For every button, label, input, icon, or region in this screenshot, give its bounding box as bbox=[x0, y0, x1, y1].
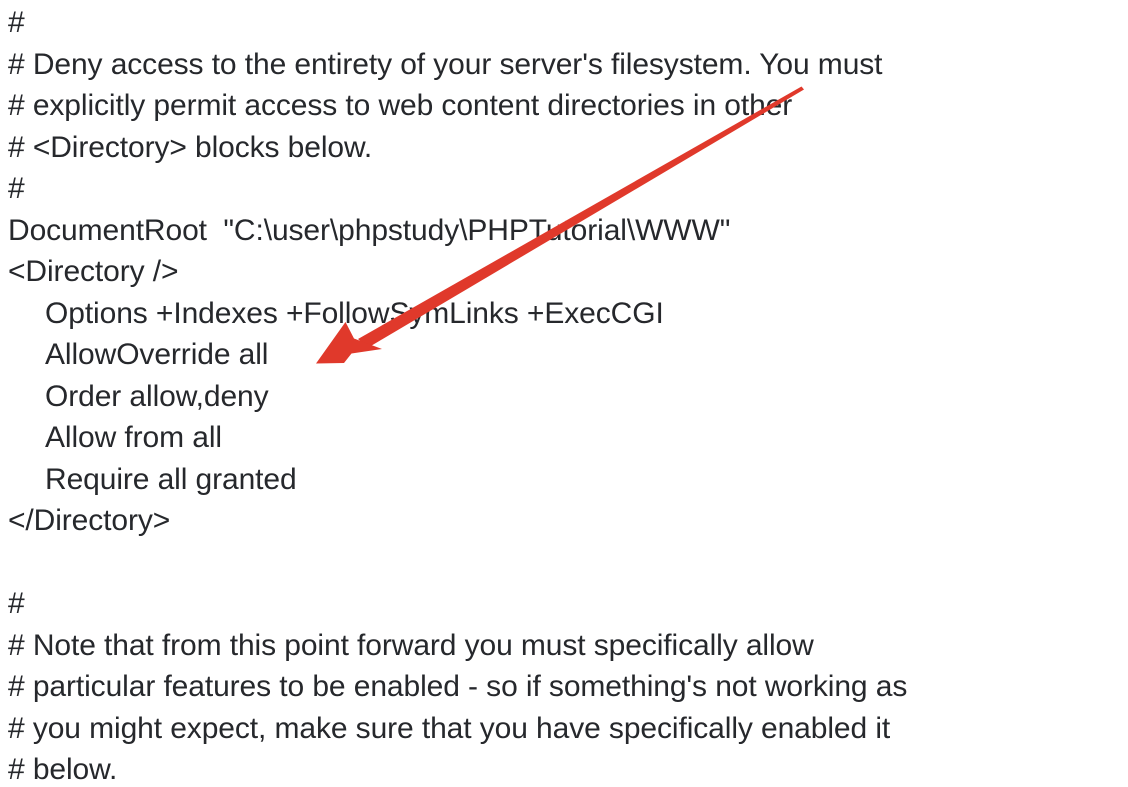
code-line: # bbox=[8, 587, 25, 620]
code-line: # Note that from this point forward you … bbox=[8, 628, 814, 662]
code-line: Allow from all bbox=[45, 421, 222, 454]
code-line: # particular features to be enabled - so… bbox=[8, 670, 908, 703]
code-line: Order allow,deny bbox=[45, 379, 269, 413]
code-line: # below. bbox=[8, 753, 118, 786]
code-document: # # Deny access to the entirety of your s… bbox=[0, 0, 1128, 786]
code-line: DocumentRoot "C:\user\phpstudy\PHPTutori… bbox=[8, 213, 731, 247]
code-line: </Directory> bbox=[8, 504, 171, 537]
code-line: # bbox=[8, 172, 25, 205]
code-line: # Deny access to the entirety of your se… bbox=[8, 47, 883, 81]
code-line: <Directory /> bbox=[8, 255, 179, 288]
code-line: # <Directory> blocks below. bbox=[8, 130, 373, 164]
code-line: Require all granted bbox=[45, 462, 297, 496]
code-line: Options +Indexes +FollowSymLinks +ExecCG… bbox=[45, 296, 664, 330]
code-line: # explicitly permit access to web conten… bbox=[8, 89, 793, 122]
code-line: # bbox=[8, 6, 25, 39]
code-line: AllowOverride all bbox=[45, 338, 269, 371]
code-line: # you might expect, make sure that you h… bbox=[8, 711, 891, 745]
